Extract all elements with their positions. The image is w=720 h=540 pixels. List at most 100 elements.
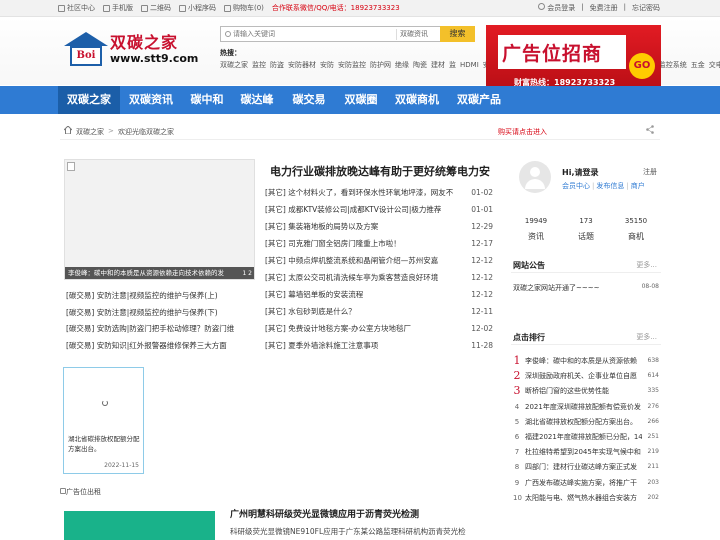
news-row[interactable]: [其它] 水包砂到底是什么？ 12-11	[265, 304, 493, 320]
news-title[interactable]: [其它] 成都KTV装修公司|成都KTV设计公司|极力推荐	[265, 202, 455, 218]
news-row[interactable]: [其它] 中频点焊机整流系统和晶闸管介绍—苏州安嘉 12-12	[265, 253, 493, 269]
cart-link[interactable]: 购物车(0)	[224, 3, 264, 13]
nav-item-news[interactable]: 双碳资讯	[120, 86, 182, 114]
trade-news-item[interactable]: [碳交易] 安防注意|视频监控的维护与保养(上)	[66, 288, 258, 304]
rank-title[interactable]: 2021年度深圳碳排放配额有偿竞价发	[525, 401, 642, 413]
news-row[interactable]: [其它] 幕墙铝单板的安装流程 12-12	[265, 287, 493, 303]
member-center-link[interactable]: 会员中心	[562, 182, 590, 190]
rank-title[interactable]: 深圳鼓励政府机关、企事业单位自愿	[525, 370, 642, 382]
rank-item[interactable]: 10 太阳能与电、燃气热水器组合安装方 202	[513, 492, 659, 504]
news-title[interactable]: [其它] 水包砂到底是什么？	[265, 304, 455, 320]
stat-news[interactable]: 19949 资讯	[511, 217, 561, 242]
news-row[interactable]: [其它] 成都KTV装修公司|成都KTV设计公司|极力推荐 01-01	[265, 202, 493, 218]
news-title[interactable]: [其它] 中频点焊机整流系统和晶闸管介绍—苏州安嘉	[265, 253, 455, 269]
news-row[interactable]: [其它] 夏季外墙涂料施工注意事项 11-28	[265, 338, 493, 354]
hot-keyword[interactable]: 绝缘	[395, 61, 409, 69]
rank-item[interactable]: 7 杜拉维特希望到2045年实现气候中和 219	[513, 446, 659, 458]
stat-topics[interactable]: 173 话题	[561, 217, 611, 242]
news-title[interactable]: [其它] 免费设计地毯方案-办公室方块地毯厂	[265, 321, 455, 337]
hot-keyword[interactable]: HDMI	[460, 61, 479, 69]
article-thumbnail[interactable]	[64, 511, 215, 540]
hot-keyword[interactable]: 防护网	[370, 61, 391, 69]
nav-item-business[interactable]: 双碳商机	[386, 86, 448, 114]
trade-news-item[interactable]: [碳交易] 安防注意|视频监控的维护与保养(下)	[66, 305, 258, 321]
news-title[interactable]: [其它] 夏季外墙涂料施工注意事项	[265, 338, 455, 354]
hot-keyword[interactable]: 监控	[252, 61, 266, 69]
share-icon[interactable]	[646, 125, 654, 134]
search-input[interactable]	[233, 27, 393, 41]
hot-keyword[interactable]: 安防	[320, 61, 334, 69]
nav-item-circle[interactable]: 双碳圈	[336, 86, 386, 114]
rank-item[interactable]: 2 深圳鼓励政府机关、企事业单位自愿 614	[513, 370, 660, 382]
rank-item[interactable]: 5 湖北省碳排放权配额分配方案出台。 266	[513, 416, 659, 428]
article-title[interactable]: 广州明慧科研级荧光显微镜应用于沥青荧光检测	[230, 507, 419, 520]
hot-keyword[interactable]: 陶瓷	[413, 61, 427, 69]
news-row[interactable]: [其它] 集装箱地板的局势以及方案 12-29	[265, 219, 493, 235]
nav-item-carbon-trade[interactable]: 碳交易	[282, 86, 336, 114]
miniapp-link[interactable]: 小程序码	[179, 3, 216, 13]
forgot-password-link[interactable]: 忘记密码	[632, 3, 660, 13]
news-title[interactable]: [其它] 幕墙铝单板的安装流程	[265, 287, 455, 303]
ad-image-alt[interactable]: 广告位出租	[60, 487, 101, 497]
login-greeting[interactable]: Hi,请登录	[562, 167, 598, 178]
register-link[interactable]: 免费注册	[590, 3, 618, 13]
news-card[interactable]: 湖北省碳排放权配额分配方案出台。 2022-11-15	[63, 367, 144, 474]
search-scope-select[interactable]: 双碳资讯	[396, 29, 438, 40]
news-title[interactable]: [其它] 集装箱地板的局势以及方案	[265, 219, 455, 235]
hot-keyword[interactable]: 双碳之家	[220, 61, 248, 69]
buy-link[interactable]: 购买请点击进入	[498, 127, 547, 137]
hot-keyword[interactable]: 五金	[691, 61, 705, 69]
user-register-link[interactable]: 注册	[643, 167, 657, 177]
rank-title[interactable]: 四部门：建材行业碳达峰方案正式发	[525, 461, 642, 473]
rank-item[interactable]: 6 福建2021年度碳排放配额已分配，14 251	[513, 431, 659, 443]
breadcrumb-home[interactable]: 双碳之家	[76, 127, 104, 137]
hot-keyword[interactable]: 防盗	[270, 61, 284, 69]
nav-item-products[interactable]: 双碳产品	[448, 86, 510, 114]
rank-title[interactable]: 湖北省碳排放权配额分配方案出台。	[525, 416, 642, 428]
hot-keyword[interactable]: 监	[449, 61, 456, 69]
news-row[interactable]: [其它] 司克雅门窗全铝房门隆重上市啦！ 12-17	[265, 236, 493, 252]
merchant-link[interactable]: 商户	[631, 182, 645, 190]
qrcode-link[interactable]: 二维码	[141, 3, 171, 13]
rank-item[interactable]: 4 2021年度深圳碳排放配额有偿竞价发 276	[513, 401, 659, 413]
rank-item[interactable]: 1 李俊峰：碳中和的本质是从资源依赖 638	[513, 355, 660, 367]
rank-title[interactable]: 太阳能与电、燃气热水器组合安装方	[525, 492, 642, 504]
rank-title[interactable]: 广西发布碳达峰实施方案，将推广干	[525, 477, 642, 489]
mobile-link[interactable]: 手机版	[103, 3, 133, 13]
news-row[interactable]: [其它] 免费设计地毯方案-办公室方块地毯厂 12-02	[265, 321, 493, 337]
rank-title[interactable]: 李俊峰：碳中和的本质是从资源依赖	[525, 355, 642, 367]
headline-link[interactable]: 电力行业碳排放晚达峰有助于更好统筹电力安	[270, 163, 490, 179]
hot-keyword[interactable]: 建材	[431, 61, 445, 69]
focus-caption[interactable]: 李俊峰：碳中和的本质是从资源依赖走向技术依赖的发	[65, 267, 254, 279]
trade-news-item[interactable]: [碳交易] 安防选购|防盗门把手松动修理？防盗门维	[66, 321, 258, 337]
rank-item[interactable]: 8 四部门：建材行业碳达峰方案正式发 211	[513, 461, 659, 473]
nav-item-carbon-neutral[interactable]: 碳中和	[182, 86, 232, 114]
publish-link[interactable]: 发布信息	[596, 182, 624, 190]
focus-pager[interactable]: 1 2	[242, 270, 252, 277]
rank-title[interactable]: 断桥铝门窗的这些优势性能	[525, 385, 642, 397]
trade-news-item[interactable]: [碳交易] 安防知识|红外报警器维修保养三大方面	[66, 338, 258, 354]
login-link[interactable]: 会员登录	[538, 3, 575, 13]
rank-item[interactable]: 3 断桥铝门窗的这些优势性能 335	[513, 385, 660, 397]
hot-keyword[interactable]: 交电	[709, 61, 720, 69]
rank-title[interactable]: 杜拉维特希望到2045年实现气候中和	[525, 446, 642, 458]
news-title[interactable]: [其它] 这个材料火了，看到环保水性环氧地坪漆，网友不	[265, 185, 455, 201]
community-link[interactable]: 社区中心	[58, 3, 95, 13]
news-title[interactable]: [其它] 太原公交司机清洗候车亭为乘客营造良好环境	[265, 270, 455, 286]
search-button[interactable]: 搜索	[440, 26, 475, 42]
nav-item-carbon-peak[interactable]: 碳达峰	[232, 86, 282, 114]
stat-business[interactable]: 35150 商机	[611, 217, 661, 242]
hot-keyword[interactable]: 安防监控	[338, 61, 366, 69]
notice-more-link[interactable]: 更多...	[636, 260, 657, 270]
notice-item[interactable]: 双碳之家网站开通了~~~~ 08-08	[513, 283, 659, 293]
nav-item-home[interactable]: 双碳之家	[58, 86, 120, 114]
rank-item[interactable]: 9 广西发布碳达峰实施方案，将推广干 203	[513, 477, 659, 489]
news-row[interactable]: [其它] 这个材料火了，看到环保水性环氧地坪漆，网友不 01-02	[265, 185, 493, 201]
rank-title[interactable]: 福建2021年度碳排放配额已分配，14	[525, 431, 642, 443]
rank-more-link[interactable]: 更多...	[636, 332, 657, 342]
focus-slideshow[interactable]: 李俊峰：碳中和的本质是从资源依赖走向技术依赖的发 1 2	[64, 159, 255, 280]
news-row[interactable]: [其它] 太原公交司机清洗候车亭为乘客营造良好环境 12-12	[265, 270, 493, 286]
hot-keyword[interactable]: 安防器材	[288, 61, 316, 69]
news-title[interactable]: [其它] 司克雅门窗全铝房门隆重上市啦！	[265, 236, 455, 252]
site-logo[interactable]: Boi 双碳之家 www.stt9.com	[62, 24, 202, 84]
